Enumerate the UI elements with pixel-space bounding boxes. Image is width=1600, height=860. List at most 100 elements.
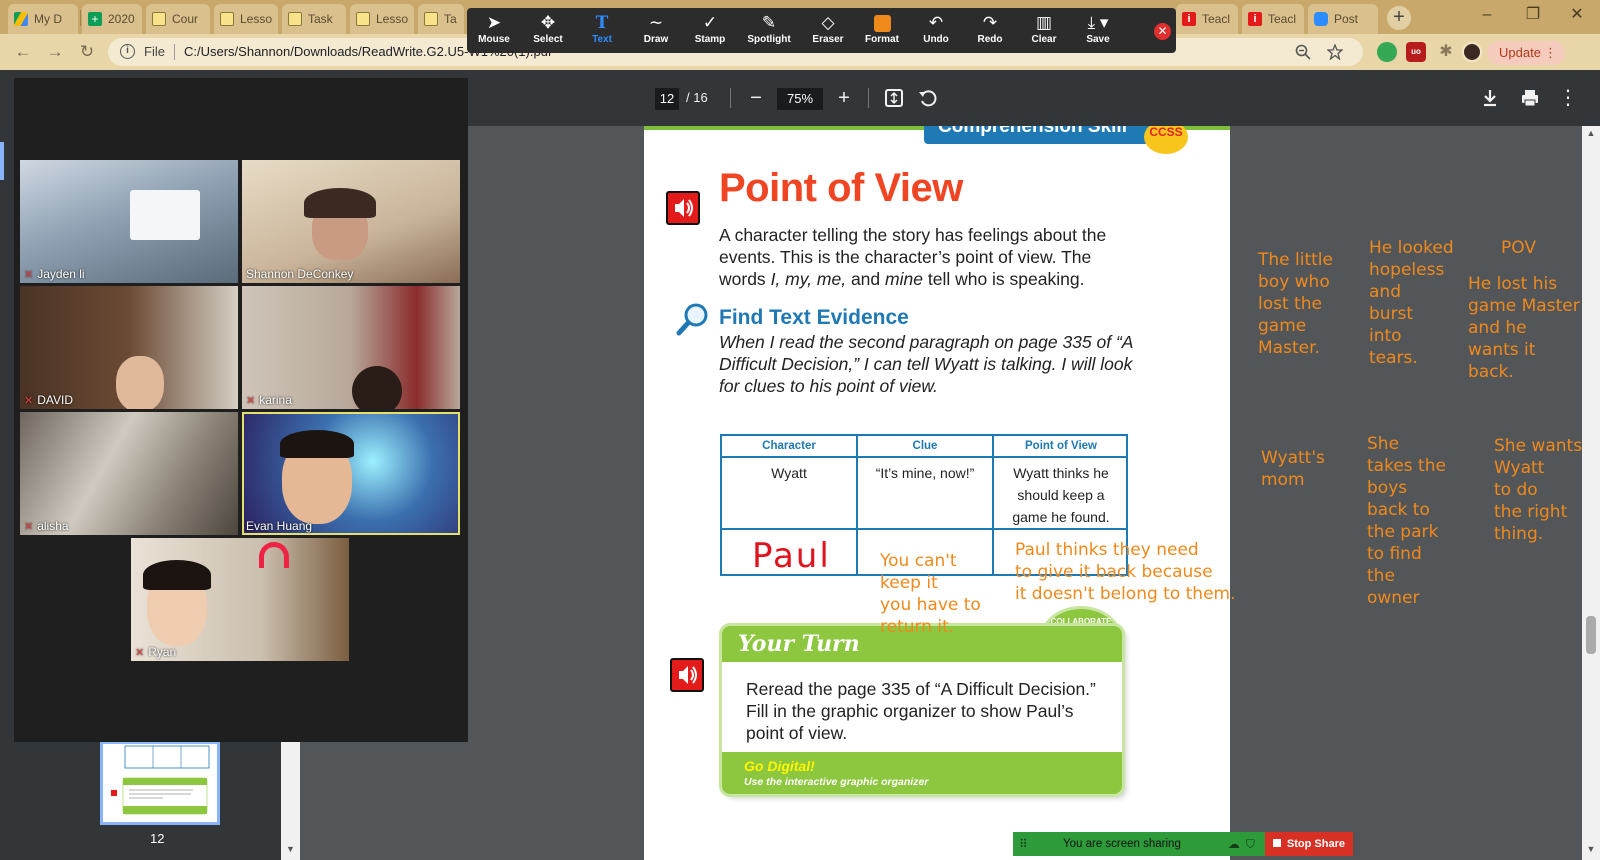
zoom-input[interactable]: 75%	[777, 88, 823, 110]
tab-separator	[80, 10, 81, 26]
tool-save[interactable]: ⤓ ▾ Save	[1071, 12, 1125, 50]
video-tile[interactable]: ✕ alisha	[20, 412, 238, 535]
scrollbar-thumb[interactable]	[1586, 616, 1596, 654]
cursor-icon: ➤	[486, 13, 502, 32]
page-number-input[interactable]: 12	[655, 88, 679, 110]
scroll-up-arrow-icon[interactable]: ▲	[1582, 128, 1600, 142]
mic-muted-icon: ✕	[24, 521, 34, 533]
magnifier-icon	[676, 303, 708, 336]
rainbow-poster-icon	[259, 542, 289, 568]
tool-draw[interactable]: ∼ Draw	[629, 12, 683, 50]
tab-ta[interactable]: Ta	[418, 4, 464, 34]
scroll-down-arrow-icon[interactable]: ▼	[281, 844, 300, 858]
drive-icon	[14, 12, 28, 26]
mic-muted-icon: ✕	[24, 395, 34, 407]
divider	[730, 88, 731, 108]
profile-avatar[interactable]	[1462, 42, 1482, 62]
zoom-out-icon[interactable]	[1295, 44, 1311, 60]
tool-format[interactable]: Format	[855, 12, 909, 50]
organizer-cell: Wyatt thinks he should keep a game he fo…	[1012, 465, 1110, 525]
tool-undo[interactable]: ↶ Undo	[909, 12, 963, 50]
spotlight-icon: ✎	[761, 13, 777, 32]
video-tile[interactable]: ✕ Jayden li	[20, 160, 238, 283]
tool-text[interactable]: T Text	[575, 12, 629, 50]
fit-page-icon[interactable]	[880, 84, 908, 112]
page-thumbnail-preview	[111, 745, 210, 815]
tool-stamp[interactable]: ✓ Stamp	[683, 12, 737, 50]
zoom-gallery-panel: ✕ Jayden li Shannon DeConkey ✕ DAVID ✕ kari…	[14, 78, 468, 742]
annotation-character-2: Wyatt's mom	[1261, 448, 1325, 490]
drag-grip-icon[interactable]: ⠿	[1019, 837, 1033, 851]
doc-icon	[288, 12, 302, 26]
stop-share-button[interactable]: Stop Share	[1264, 832, 1353, 856]
tool-mouse[interactable]: ➤ Mouse	[467, 12, 521, 50]
close-window-button[interactable]: ✕	[1554, 0, 1600, 30]
video-tile[interactable]: ✕ karina	[242, 286, 460, 409]
bookmark-star-icon[interactable]	[1327, 44, 1343, 60]
speaker-icon[interactable]	[666, 191, 700, 225]
annotation-pov-paul: Paul thinks they need to give it back be…	[1015, 540, 1236, 604]
zoom-in-button[interactable]: +	[830, 84, 858, 112]
back-icon[interactable]: ←	[12, 41, 34, 63]
zoom-out-button[interactable]: −	[742, 84, 770, 112]
new-tab-button[interactable]: +	[1387, 6, 1411, 30]
video-tile[interactable]: ✕ DAVID	[20, 286, 238, 409]
video-tile[interactable]: Shannon DeConkey	[242, 160, 460, 283]
screen-sharing-status: You are screen sharing	[1063, 838, 1181, 850]
divider	[868, 88, 869, 108]
extensions-puzzle-icon[interactable]: ✱	[1436, 42, 1456, 62]
ublock-icon[interactable]: uo	[1406, 42, 1426, 62]
tool-eraser[interactable]: ◇ Eraser	[801, 12, 855, 50]
tab-teacher-2[interactable]: i Teacl	[1242, 4, 1304, 34]
mic-muted-icon: ✕	[24, 269, 34, 281]
annotation-pov-heading: POV	[1501, 238, 1536, 258]
page-scrollbar[interactable]: ▲ ▼	[1582, 126, 1600, 860]
video-tile[interactable]: ✕ Ryan	[131, 538, 349, 661]
tab-lesson-2[interactable]: Lesso	[350, 4, 414, 34]
extension-green-icon[interactable]	[1377, 42, 1397, 62]
update-button[interactable]: Update ⋮	[1487, 41, 1565, 65]
shield-icon: ⛉	[1245, 836, 1255, 851]
info-logo-icon: i	[1248, 12, 1262, 26]
tab-course[interactable]: Cour	[146, 4, 210, 34]
tool-spotlight[interactable]: ✎ Spotlight	[737, 12, 801, 50]
close-annotate-button[interactable]: ✕	[1154, 23, 1171, 40]
tab-post[interactable]: Post	[1308, 4, 1378, 34]
organizer-header: Point of View	[994, 436, 1128, 458]
your-turn-title: Your Turn	[738, 631, 860, 657]
tab-my-drive[interactable]: My D	[8, 4, 78, 34]
speaker-icon[interactable]	[670, 658, 704, 692]
stop-icon	[1272, 839, 1281, 847]
annotation-clue-paul: You can't keep it you have to return it.	[880, 551, 981, 637]
mic-muted-icon: ✕	[246, 395, 256, 407]
tab-task[interactable]: Task	[282, 4, 346, 34]
organizer-header: Clue	[858, 436, 992, 458]
forward-icon[interactable]: →	[44, 41, 66, 63]
rotate-icon[interactable]	[914, 84, 942, 112]
tool-clear[interactable]: ▥ Clear	[1017, 12, 1071, 50]
organizer-cell: Wyatt	[771, 465, 807, 481]
undo-icon: ↶	[928, 13, 944, 32]
tab-lesson-1[interactable]: Lesso	[214, 4, 278, 34]
mic-muted-icon: ✕	[135, 647, 145, 659]
minimize-button[interactable]: –	[1464, 0, 1510, 30]
more-options-icon[interactable]: ⋮	[1554, 84, 1582, 112]
restore-button[interactable]: ❐	[1510, 0, 1556, 30]
print-icon[interactable]	[1516, 84, 1544, 112]
info-icon[interactable]: i	[120, 44, 135, 59]
scroll-down-arrow-icon[interactable]: ▼	[1582, 844, 1600, 858]
tool-select[interactable]: ✥ Select	[521, 12, 575, 50]
organizer-row-divider	[722, 528, 1126, 530]
go-digital-strip: Go Digital! Use the interactive graphic …	[722, 752, 1122, 794]
tab-2020[interactable]: + 2020	[82, 4, 142, 34]
tool-redo[interactable]: ↷ Redo	[963, 12, 1017, 50]
doc-icon	[220, 12, 234, 26]
tab-teacher-1[interactable]: i Teacl	[1176, 4, 1238, 34]
reload-icon[interactable]: ↻	[76, 41, 98, 63]
video-tile-active-speaker[interactable]: Evan Huang	[242, 412, 460, 535]
page-thumbnail[interactable]	[100, 741, 220, 825]
download-icon[interactable]	[1476, 84, 1504, 112]
intro-paragraph: A character telling the story has feelin…	[719, 225, 1107, 289]
more-vert-icon[interactable]: ⋮	[1544, 41, 1557, 65]
cloud-icon: ☁	[1227, 837, 1240, 851]
